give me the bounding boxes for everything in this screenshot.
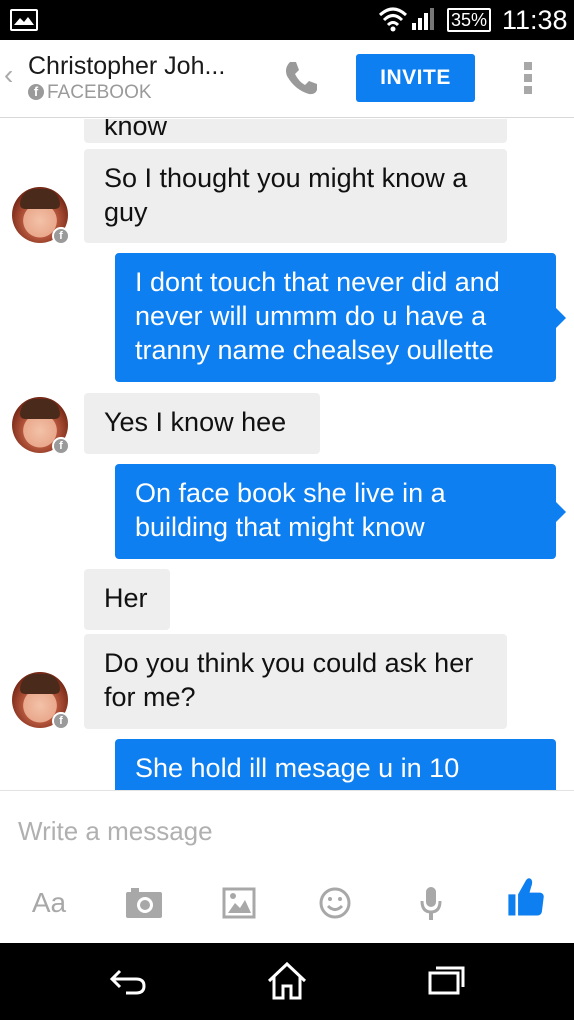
facebook-badge-icon: f [52, 227, 70, 245]
facebook-badge-icon: f [52, 437, 70, 455]
emoji-icon[interactable] [318, 881, 352, 925]
contact-avatar[interactable]: f [12, 672, 70, 730]
recent-apps-icon[interactable] [426, 963, 466, 999]
more-vertical-icon[interactable] [524, 62, 534, 98]
composer-toolbar: Aa [0, 878, 574, 931]
back-icon[interactable] [108, 963, 148, 999]
battery-percent: 35% [450, 10, 488, 30]
microphone-icon[interactable] [418, 881, 444, 925]
like-thumbs-up-icon[interactable] [504, 875, 548, 919]
message-thread[interactable]: know f So I thought you might know a guy… [0, 119, 574, 790]
message-text: Her [104, 583, 148, 613]
contact-avatar[interactable]: f [12, 187, 70, 245]
message-bubble-outgoing[interactable]: On face book she live in a building that… [115, 464, 566, 559]
message-bubble-outgoing[interactable]: I dont touch that never did and never wi… [115, 253, 566, 382]
message-bubble-incoming[interactable]: Do you think you could ask her for me? [84, 634, 507, 729]
message-text: On face book she live in a building that… [135, 478, 446, 542]
system-navigation-bar [0, 943, 574, 1020]
message-text: She hold ill mesage u in 10 [135, 753, 460, 783]
contact-avatar[interactable]: f [12, 397, 70, 455]
message-text: So I thought you might know a guy [104, 163, 468, 227]
image-notification-icon [10, 9, 38, 31]
message-text: Yes I know hee [104, 407, 287, 437]
wifi-icon [378, 7, 408, 32]
conversation-header: ‹ Christopher Joh... f FACEBOOK INVITE [0, 40, 574, 118]
facebook-badge-icon: f [52, 712, 70, 730]
message-text: know [104, 119, 168, 141]
message-bubble-incoming[interactable]: know [84, 119, 507, 143]
camera-icon[interactable] [124, 881, 164, 925]
message-composer: Aa [0, 790, 574, 943]
home-icon[interactable] [266, 961, 308, 1001]
invite-button[interactable]: INVITE [356, 54, 475, 102]
contact-source-label: FACEBOOK [47, 82, 152, 103]
clock: 11:38 [502, 5, 568, 35]
message-bubble-incoming[interactable]: Yes I know hee [84, 393, 320, 454]
gallery-icon[interactable] [222, 881, 256, 925]
facebook-icon: f [28, 84, 44, 100]
message-text: Do you think you could ask her for me? [104, 648, 474, 712]
message-input[interactable] [18, 811, 558, 851]
phone-icon[interactable] [281, 58, 321, 98]
message-bubble-incoming[interactable]: So I thought you might know a guy [84, 149, 507, 243]
message-bubble-incoming[interactable]: Her [84, 569, 170, 630]
status-bar: 35% 11:38 [0, 0, 574, 40]
message-bubble-outgoing[interactable]: She hold ill mesage u in 10 [115, 739, 556, 790]
text-format-icon[interactable]: Aa [28, 881, 70, 925]
signal-icon [412, 8, 434, 30]
contact-name[interactable]: Christopher Joh... [28, 52, 225, 80]
back-chevron-icon[interactable]: ‹ [4, 60, 13, 90]
message-text: I dont touch that never did and never wi… [135, 267, 500, 365]
battery-icon: 35% [447, 8, 491, 32]
